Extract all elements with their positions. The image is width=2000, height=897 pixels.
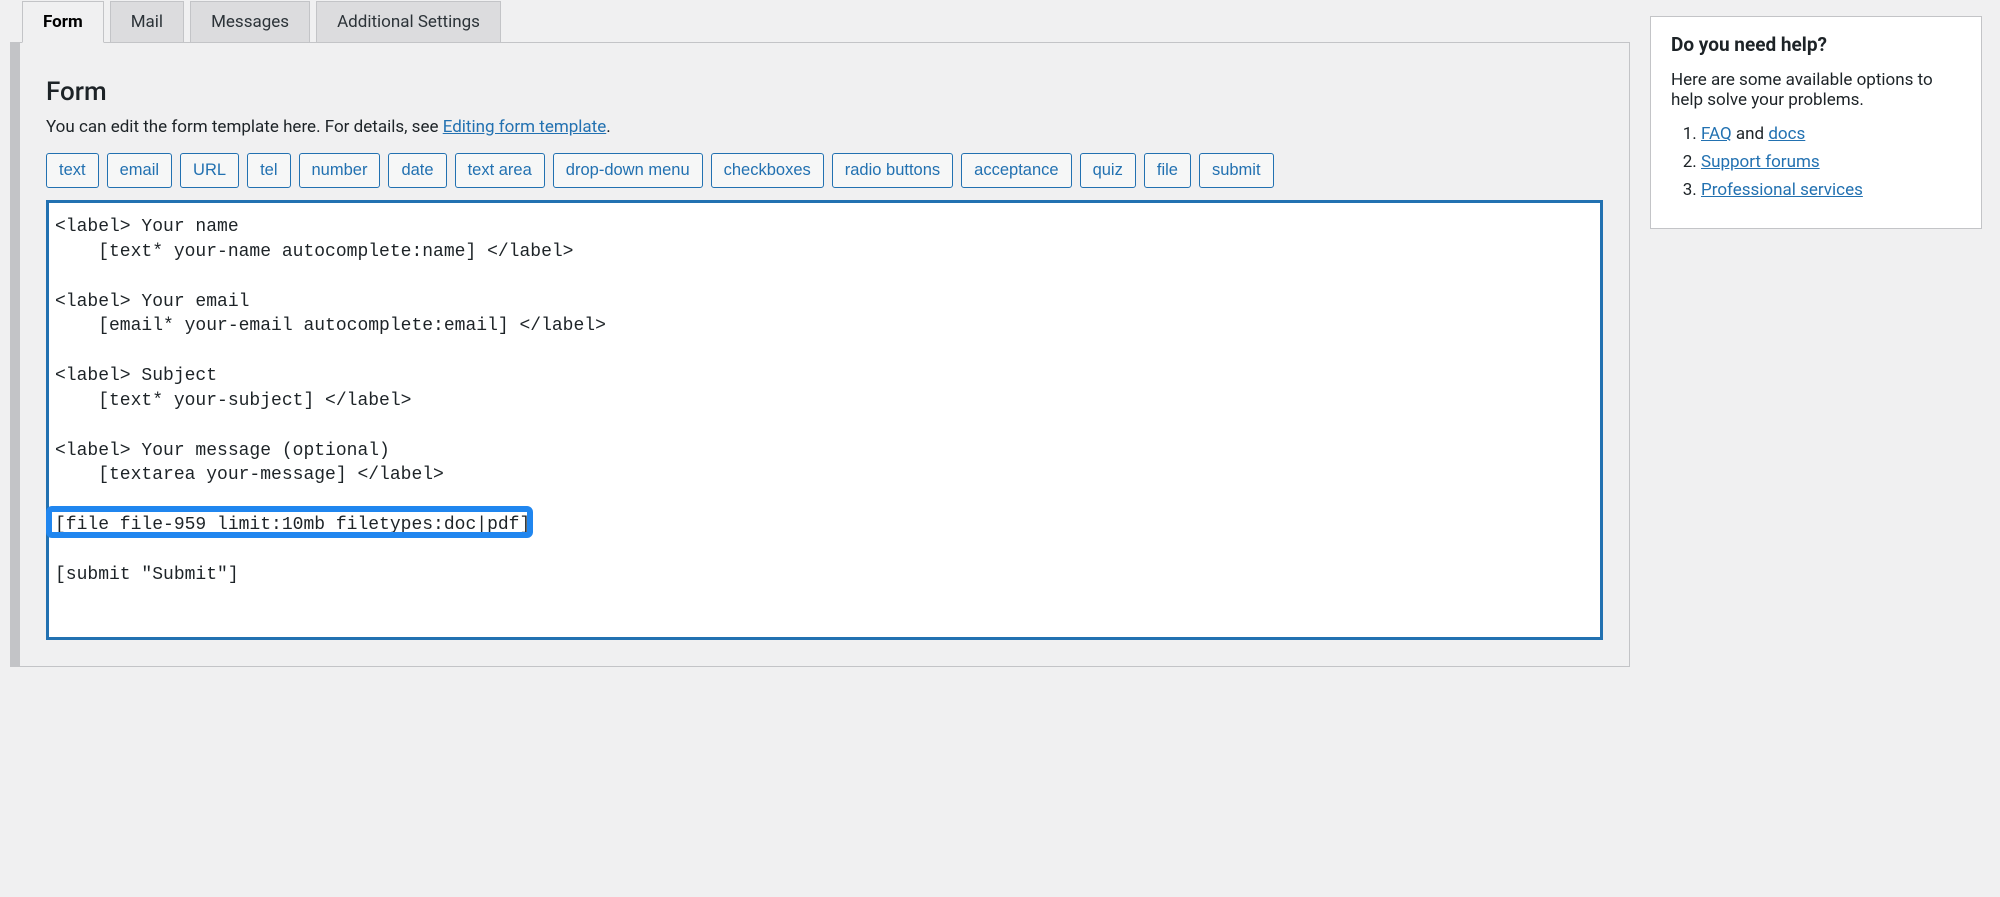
help-link[interactable]: FAQ — [1701, 124, 1732, 144]
code-line: [text* your-name autocomplete:name] </la… — [55, 240, 1594, 265]
help-link[interactable]: Support forums — [1701, 152, 1820, 172]
code-line: <label> Your email — [55, 290, 1594, 315]
tag-button-submit[interactable]: submit — [1199, 153, 1274, 188]
tag-button-quiz[interactable]: quiz — [1080, 153, 1136, 188]
code-line: <label> Subject — [55, 364, 1594, 389]
tab-mail[interactable]: Mail — [110, 1, 184, 43]
help-sidebar-box: Do you need help? Here are some availabl… — [1650, 16, 1982, 229]
tag-button-checkboxes[interactable]: checkboxes — [711, 153, 824, 188]
code-line: [file file-959 limit:10mb filetypes:doc|… — [55, 513, 1594, 538]
tab-messages[interactable]: Messages — [190, 1, 310, 43]
tag-button-tel[interactable]: tel — [247, 153, 290, 188]
form-panel: Form You can edit the form template here… — [10, 42, 1630, 667]
help-item: Professional services — [1701, 180, 1961, 200]
code-line — [55, 488, 1594, 513]
form-tag-generator-buttons: textemailURLtel numberdate text areadrop-d… — [46, 153, 1603, 188]
tag-button-text[interactable]: text — [46, 153, 99, 188]
code-line — [55, 414, 1594, 439]
code-line: <label> Your message (optional) — [55, 439, 1594, 464]
panel-description: You can edit the form template here. For… — [46, 117, 1603, 137]
code-line: [text* your-subject] </label> — [55, 389, 1594, 414]
code-line: [textarea your-message] </label> — [55, 463, 1594, 488]
editor-tabs: FormMailMessagesAdditional Settings — [22, 0, 1630, 42]
tag-button-acceptance[interactable]: acceptance — [961, 153, 1071, 188]
code-line — [55, 265, 1594, 290]
tag-button-email[interactable]: email — [107, 153, 172, 188]
form-template-textarea[interactable]: <label> Your name [text* your-name autoc… — [46, 200, 1603, 640]
panel-heading: Form — [46, 77, 1603, 107]
tab-form[interactable]: Form — [22, 1, 104, 43]
help-title: Do you need help? — [1671, 33, 1961, 56]
tag-button-url[interactable]: URL — [180, 153, 239, 188]
help-item-text: and — [1732, 124, 1769, 144]
code-line — [55, 538, 1594, 563]
code-line: [email* your-email autocomplete:email] <… — [55, 314, 1594, 339]
tag-button-radio-buttons[interactable]: radio buttons — [832, 153, 953, 188]
editing-form-template-link[interactable]: Editing form template — [443, 117, 607, 137]
tag-button-file[interactable]: file — [1144, 153, 1191, 188]
help-item: Support forums — [1701, 152, 1961, 172]
help-intro: Here are some available options to help … — [1671, 70, 1961, 110]
panel-desc-suffix: . — [606, 117, 610, 137]
help-link[interactable]: Professional services — [1701, 180, 1863, 200]
tag-button-date[interactable]: date — [388, 153, 446, 188]
code-line — [55, 339, 1594, 364]
code-line: <label> Your name — [55, 215, 1594, 240]
tab-additional-settings[interactable]: Additional Settings — [316, 1, 501, 43]
tag-button-number[interactable]: number — [299, 153, 381, 188]
help-link[interactable]: docs — [1768, 124, 1805, 144]
panel-desc-prefix: You can edit the form template here. For… — [46, 117, 443, 137]
help-item: FAQ and docs — [1701, 124, 1961, 144]
help-options-list: FAQ and docs Support forums Professional s… — [1671, 124, 1961, 200]
tag-button-text-area[interactable]: text area — [455, 153, 545, 188]
code-line: [submit "Submit"] — [55, 563, 1594, 588]
tag-button-drop-down-menu[interactable]: drop-down menu — [553, 153, 703, 188]
